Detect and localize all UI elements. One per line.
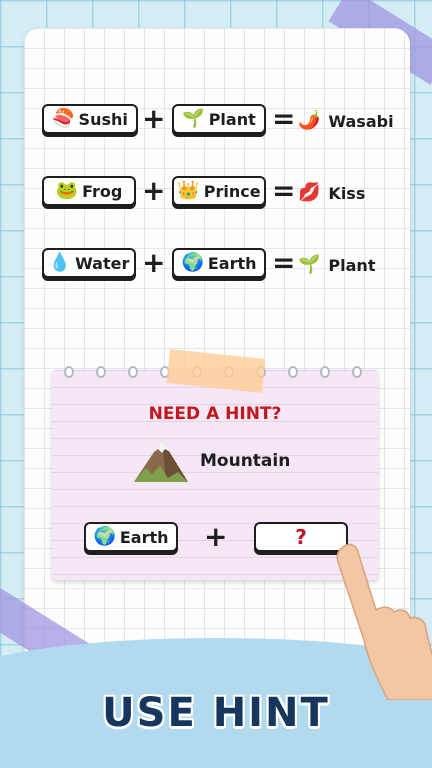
pointing-hand-icon xyxy=(336,543,432,700)
hint-target-label: Mountain xyxy=(200,451,291,471)
equals-operator: = xyxy=(272,246,296,279)
binder-ring xyxy=(128,366,138,378)
element-label: Sushi xyxy=(78,109,128,129)
crown-icon: 👑 xyxy=(177,180,200,201)
element-label: Frog xyxy=(82,181,123,201)
seedling-icon: 🌱 xyxy=(298,254,321,275)
element-pill-water[interactable]: 💧 Water xyxy=(42,248,136,278)
seedling-icon: 🌱 xyxy=(182,108,205,129)
chili-pepper-icon: 🌶️ xyxy=(298,110,321,131)
plus-operator: + xyxy=(142,246,166,279)
droplet-icon: 💧 xyxy=(48,252,72,273)
binder-ring xyxy=(320,366,330,378)
element-label: Plant xyxy=(208,109,256,129)
element-pill-prince[interactable]: 👑 Prince xyxy=(172,176,266,206)
binder-ring xyxy=(96,366,106,378)
binder-ring xyxy=(288,366,298,378)
element-label: Water xyxy=(75,253,130,273)
element-label: Earth xyxy=(207,253,257,273)
element-pill-plant[interactable]: 🌱 Plant xyxy=(172,104,266,134)
hint-given-pill[interactable]: 🌍 Earth xyxy=(84,522,178,552)
result-wasabi: 🌶️ Wasabi xyxy=(298,106,394,136)
element-pill-sushi[interactable]: 🍣 Sushi xyxy=(42,104,138,134)
globe-icon: 🌍 xyxy=(181,252,204,273)
result-label: Wasabi xyxy=(328,111,394,131)
hint-title: NEED A HINT? xyxy=(148,404,282,424)
sushi-icon: 🍣 xyxy=(52,108,75,129)
equals-operator: = xyxy=(272,102,296,135)
binder-ring xyxy=(352,366,362,378)
mountain-icon xyxy=(134,440,188,482)
binder-ring xyxy=(64,366,74,378)
plus-operator: + xyxy=(204,520,228,553)
element-pill-earth[interactable]: 🌍 Earth xyxy=(172,248,266,278)
globe-icon: 🌍 xyxy=(93,526,116,547)
hint-target: Mountain xyxy=(132,438,290,484)
kiss-lips-icon: 💋 xyxy=(298,182,321,203)
equals-operator: = xyxy=(272,174,296,207)
element-pill-frog[interactable]: 🐸 Frog xyxy=(42,176,136,206)
result-kiss: 💋 Kiss xyxy=(298,178,365,208)
result-plant: 🌱 Plant xyxy=(298,250,375,280)
hint-given-label: Earth xyxy=(119,527,169,547)
plus-operator: + xyxy=(142,102,166,135)
result-label: Kiss xyxy=(328,183,366,203)
frog-icon: 🐸 xyxy=(55,180,79,201)
result-label: Plant xyxy=(328,255,376,275)
element-label: Prince xyxy=(203,181,261,201)
plus-operator: + xyxy=(142,174,166,207)
